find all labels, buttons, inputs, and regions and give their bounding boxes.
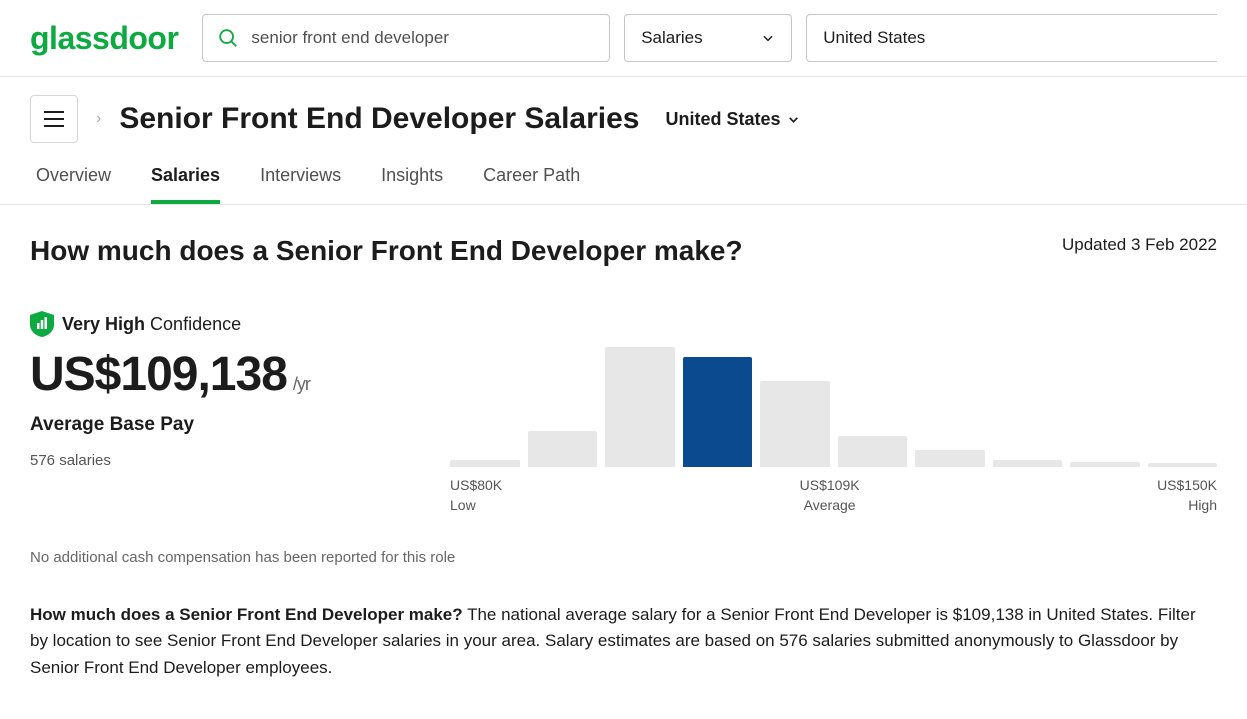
shield-icon	[30, 311, 54, 337]
location-input[interactable]: United States	[806, 14, 1217, 62]
average-salary: US$109,138/yr	[30, 347, 400, 402]
location-filter[interactable]: United States	[665, 109, 799, 130]
category-select[interactable]: Salaries	[624, 14, 792, 62]
search-input[interactable]	[239, 28, 595, 48]
tabs: Overview Salaries Interviews Insights Career…	[0, 143, 1247, 205]
tab-overview[interactable]: Overview	[36, 165, 111, 204]
tab-insights[interactable]: Insights	[381, 165, 443, 204]
category-select-label: Salaries	[641, 28, 702, 48]
page-title: Senior Front End Developer Salaries	[119, 102, 639, 136]
distribution-bar	[915, 450, 985, 467]
updated-label: Updated 3 Feb 2022	[1062, 235, 1217, 255]
location-filter-label: United States	[665, 109, 780, 130]
confidence-text: Very High Confidence	[62, 314, 241, 335]
section-heading: How much does a Senior Front End Develop…	[30, 235, 743, 267]
salary-count: 576 salaries	[30, 452, 400, 469]
search-icon	[217, 27, 239, 49]
distribution-bar	[1148, 463, 1218, 467]
distribution-bar	[838, 436, 908, 467]
tab-interviews[interactable]: Interviews	[260, 165, 341, 204]
chevron-down-icon	[787, 113, 800, 126]
location-input-value: United States	[823, 28, 925, 48]
axis-high: US$150K High	[1157, 477, 1217, 513]
distribution-bar	[993, 460, 1063, 467]
distribution-bar	[450, 460, 520, 467]
axis-low: US$80K Low	[450, 477, 502, 513]
brand-logo[interactable]: glassdoor	[30, 20, 178, 57]
salary-distribution-chart: US$80K Low US$109K Average US$150K High	[450, 347, 1217, 513]
menu-button[interactable]	[30, 95, 78, 143]
hamburger-icon	[43, 110, 65, 128]
tab-salaries[interactable]: Salaries	[151, 165, 220, 204]
axis-mid: US$109K Average	[800, 477, 860, 513]
compensation-note: No additional cash compensation has been…	[30, 549, 1217, 566]
distribution-bar	[1070, 462, 1140, 467]
confidence-indicator: Very High Confidence	[30, 311, 1217, 337]
tab-career-path[interactable]: Career Path	[483, 165, 580, 204]
breadcrumb-chevron-icon: ›	[96, 110, 101, 128]
average-salary-label: Average Base Pay	[30, 414, 400, 436]
description-paragraph: How much does a Senior Front End Develop…	[30, 602, 1217, 681]
chevron-down-icon	[761, 31, 775, 45]
distribution-bar	[760, 381, 830, 467]
search-box[interactable]	[202, 14, 610, 62]
distribution-bar	[605, 347, 675, 467]
distribution-bar	[528, 431, 598, 467]
distribution-bar	[683, 357, 753, 467]
